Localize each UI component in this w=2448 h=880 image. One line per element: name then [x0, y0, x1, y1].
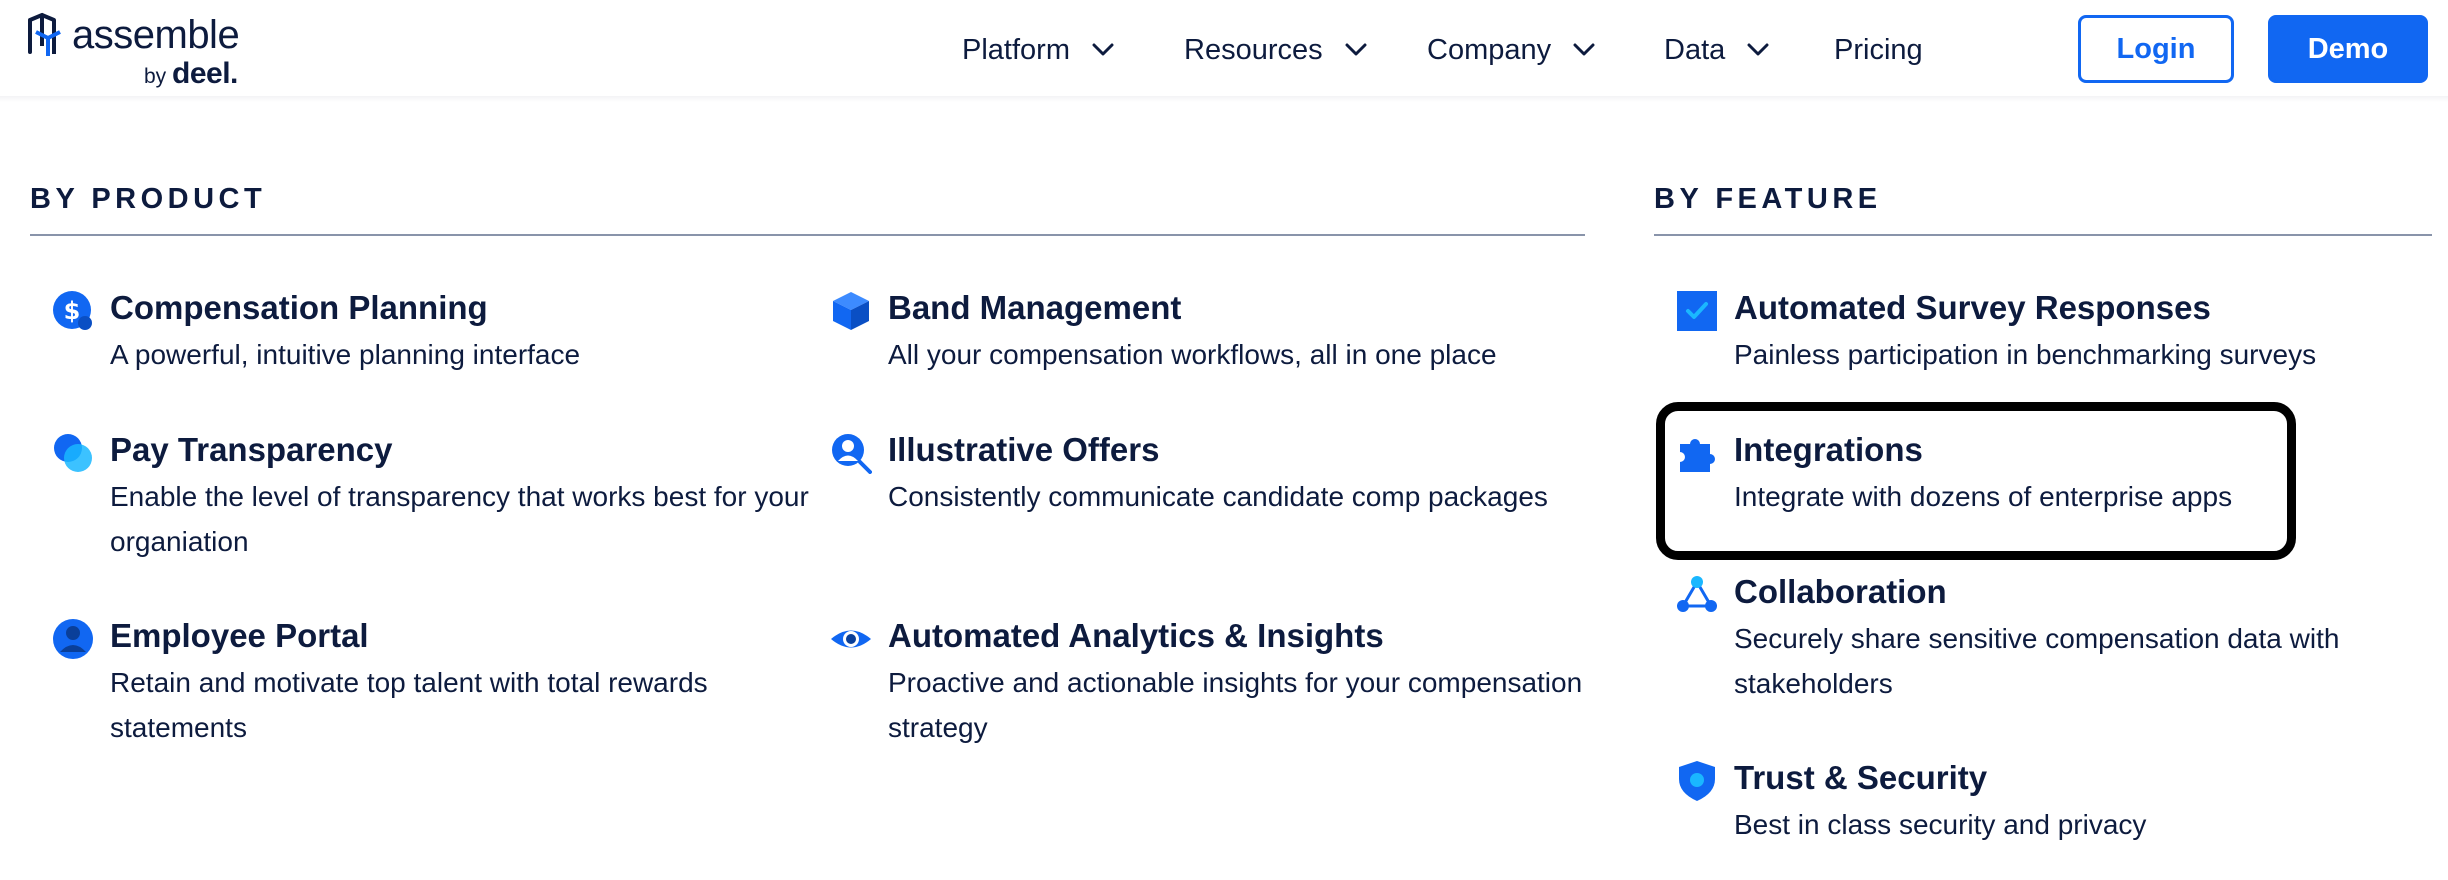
menu-item-trust-security[interactable]: Trust & Security Best in class security … [1676, 756, 2416, 856]
menu-item-automated-survey-responses[interactable]: Automated Survey Responses Painless part… [1676, 286, 2416, 386]
menu-item-compensation-planning[interactable]: $ Compensation Planning A powerful, intu… [52, 286, 812, 386]
network-icon [1677, 576, 1717, 612]
highlight-box [1656, 402, 2296, 560]
nav-company-label: Company [1427, 33, 1552, 66]
cube-icon [833, 292, 869, 330]
nav-company[interactable]: Company [1427, 26, 1595, 74]
eye-icon [831, 630, 871, 648]
menu-item-title: Compensation Planning [110, 289, 488, 326]
menu-item-description: Securely share sensitive compensation da… [1734, 623, 2340, 699]
menu-item-collaboration[interactable]: Collaboration Securely share sensitive c… [1676, 570, 2416, 710]
by-product-divider [30, 234, 1585, 236]
menu-item-title: Employee Portal [110, 617, 369, 654]
menu-item-pay-transparency[interactable]: Pay Transparency Enable the level of tra… [52, 428, 812, 568]
menu-item-description: Consistently communicate candidate comp … [888, 481, 1548, 512]
menu-item-title: Trust & Security [1734, 759, 1988, 796]
assemble-logo[interactable]: assemble by deel. [28, 10, 268, 90]
nav-platform-label: Platform [962, 33, 1070, 66]
menu-item-automated-analytics[interactable]: Automated Analytics & Insights Proactive… [830, 614, 1590, 754]
checkbox-icon [1677, 291, 1717, 331]
menu-item-description: Proactive and actionable insights for yo… [888, 667, 1583, 743]
menu-item-band-management[interactable]: Band Management All your compensation wo… [830, 286, 1590, 386]
chevron-down-icon [1345, 43, 1367, 56]
menu-item-description: Enable the level of transparency that wo… [110, 481, 809, 557]
menu-item-title: Automated Survey Responses [1734, 289, 2211, 326]
by-feature-heading: BY FEATURE [1654, 183, 1882, 215]
menu-item-employee-portal[interactable]: Employee Portal Retain and motivate top … [52, 614, 812, 754]
logo-by-text: by [144, 65, 167, 88]
login-button[interactable]: Login [2078, 15, 2234, 83]
demo-button[interactable]: Demo [2268, 15, 2428, 83]
menu-item-description: All your compensation workflows, all in … [888, 339, 1497, 370]
menu-item-description: A powerful, intuitive planning interface [110, 339, 581, 370]
menu-item-description: Painless participation in benchmarking s… [1734, 339, 2317, 370]
menu-item-description: Retain and motivate top talent with tota… [110, 667, 708, 743]
by-feature-divider [1654, 234, 2432, 236]
user-circle-icon [53, 619, 93, 659]
nav-resources-label: Resources [1184, 33, 1323, 66]
chevron-down-icon [1573, 43, 1595, 56]
chevron-down-icon [1747, 43, 1769, 56]
nav-pricing-label: Pricing [1834, 33, 1923, 66]
nav-data[interactable]: Data [1664, 26, 1769, 74]
menu-item-description: Best in class security and privacy [1734, 809, 2147, 840]
menu-item-title: Collaboration [1734, 573, 1947, 610]
header-shadow [0, 96, 2448, 102]
svg-text:$: $ [64, 297, 81, 325]
by-product-heading: BY PRODUCT [30, 183, 267, 215]
dollar-coin-icon: $ [53, 291, 92, 330]
logo-wordmark: assemble [72, 13, 240, 57]
top-header: assemble by deel. Platform Resources Com… [0, 0, 2448, 96]
nav-platform[interactable]: Platform [962, 26, 1114, 74]
menu-item-illustrative-offers[interactable]: Illustrative Offers Consistently communi… [830, 428, 1590, 568]
menu-item-title: Automated Analytics & Insights [888, 617, 1384, 654]
menu-item-title: Band Management [888, 289, 1182, 326]
logo-deel-text: deel. [172, 57, 238, 90]
menu-item-title: Pay Transparency [110, 431, 393, 468]
overlap-circles-icon [54, 434, 92, 472]
menu-item-title: Illustrative Offers [888, 431, 1160, 468]
assemble-mark-icon [28, 13, 61, 56]
nav-data-label: Data [1664, 33, 1726, 66]
nav-resources[interactable]: Resources [1184, 26, 1367, 74]
chevron-down-icon [1092, 43, 1114, 56]
nav-pricing[interactable]: Pricing [1834, 26, 1923, 74]
shield-icon [1679, 761, 1715, 801]
user-search-icon [832, 434, 872, 474]
